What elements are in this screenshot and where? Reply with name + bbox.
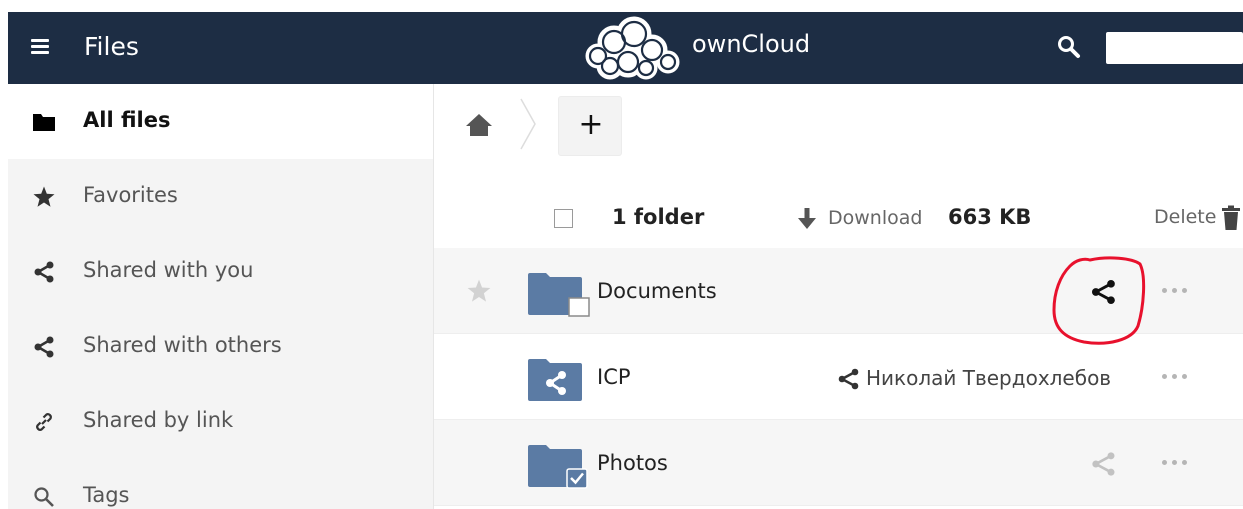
- breadcrumb-separator-icon: [520, 98, 536, 150]
- file-name: Photos: [597, 451, 668, 475]
- share-icon: [838, 368, 859, 390]
- star-icon: [33, 186, 55, 207]
- hamburger-menu-icon[interactable]: [28, 35, 52, 59]
- nav-label: Shared with others: [83, 333, 282, 357]
- nav-label: Tags: [83, 483, 130, 507]
- folder-icon: [528, 273, 590, 317]
- file-name: Documents: [597, 279, 717, 303]
- nav-shared-with-others[interactable]: Shared with others: [8, 309, 433, 384]
- new-button-label: +: [578, 107, 604, 142]
- download-icon: [798, 208, 816, 229]
- trash-icon: [1222, 205, 1240, 230]
- nav-shared-with-you[interactable]: Shared with you: [8, 234, 433, 309]
- search-icon[interactable]: [1056, 34, 1082, 60]
- breadcrumb: +: [434, 84, 1243, 174]
- link-icon: [36, 413, 52, 431]
- file-row-icp[interactable]: ICP Николай Твердохлебов: [434, 334, 1243, 420]
- nav-tags[interactable]: Tags: [8, 459, 433, 509]
- share-icon: [34, 336, 54, 358]
- owncloud-page: Files ownCloud All files Favorites Share…: [8, 12, 1243, 509]
- folder-checked-icon: [528, 445, 588, 489]
- brand-name: ownCloud: [692, 30, 811, 58]
- user-menu[interactable]: [1106, 32, 1243, 64]
- shared-with-name: Николай Твердохлебов: [866, 366, 1112, 390]
- share-icon[interactable]: [1090, 450, 1118, 478]
- share-icon[interactable]: [1090, 278, 1118, 306]
- app-navigation: All files Favorites Shared with you Shar…: [8, 84, 434, 509]
- more-actions-button[interactable]: [1160, 366, 1190, 386]
- home-icon[interactable]: [464, 111, 494, 139]
- app-title: Files: [84, 32, 139, 61]
- delete-label: Delete: [1154, 206, 1217, 228]
- star-icon[interactable]: [466, 278, 492, 304]
- select-all-checkbox[interactable]: [554, 209, 573, 228]
- nav-label: Shared with you: [83, 258, 254, 282]
- file-name: ICP: [597, 365, 631, 389]
- nav-all-files[interactable]: All files: [8, 84, 433, 159]
- file-row-photos[interactable]: Photos: [434, 420, 1243, 506]
- more-actions-button[interactable]: [1160, 452, 1190, 472]
- file-list-area: + 1 folder Download 663 KB Delete Docume…: [434, 84, 1243, 509]
- top-header: Files ownCloud: [8, 12, 1243, 84]
- nav-label: Shared by link: [83, 408, 234, 432]
- nav-favorites[interactable]: Favorites: [8, 159, 433, 234]
- new-button[interactable]: +: [558, 96, 622, 156]
- file-row-documents[interactable]: Documents: [434, 248, 1243, 334]
- nav-shared-by-link[interactable]: Shared by link: [8, 384, 433, 459]
- folder-count: 1 folder: [612, 205, 705, 229]
- share-icon: [34, 261, 54, 283]
- owncloud-logo-icon: [585, 16, 680, 80]
- shared-folder-icon: [528, 359, 582, 401]
- nav-label: Favorites: [83, 183, 178, 207]
- download-label: Download: [828, 207, 923, 229]
- total-size: 663 KB: [948, 205, 1032, 229]
- folder-icon: [33, 114, 55, 131]
- nav-label: All files: [83, 108, 171, 132]
- search-icon: [34, 487, 54, 507]
- file-list-header: 1 folder Download 663 KB Delete: [434, 174, 1243, 248]
- delete-button[interactable]: Delete: [1154, 205, 1243, 233]
- more-actions-button[interactable]: [1160, 280, 1190, 300]
